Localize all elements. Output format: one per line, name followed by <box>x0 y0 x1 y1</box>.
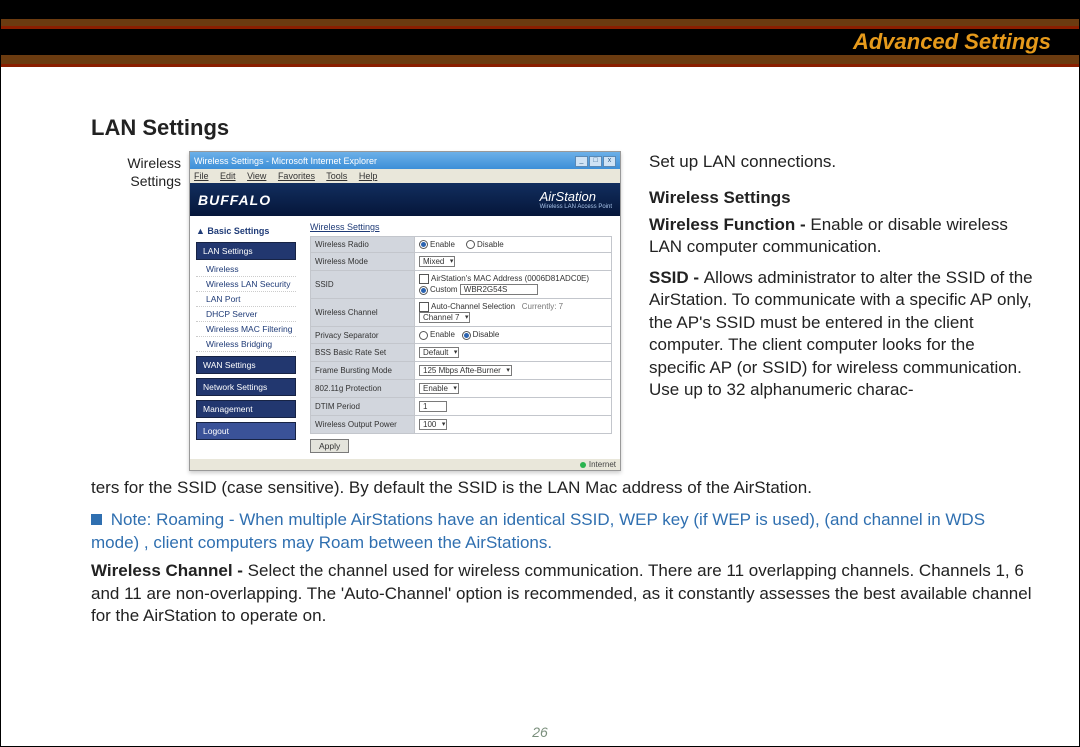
channel-select[interactable]: Channel 7 <box>419 312 470 323</box>
product-name: AirStationWireless LAN Access Point <box>540 189 612 210</box>
sidebar-sub-item[interactable]: Wireless <box>196 262 296 277</box>
sidebar-nav-management[interactable]: Management <box>196 400 296 418</box>
menu-item[interactable]: Edit <box>220 171 236 181</box>
decor-bar <box>1 1 1079 19</box>
sidebar-nav-lan[interactable]: LAN Settings <box>196 242 296 260</box>
row-label: Frame Bursting Mode <box>311 361 415 379</box>
row-label: Wireless Mode <box>311 253 415 271</box>
sidebar-sub-item[interactable]: Wireless LAN Security <box>196 277 296 292</box>
panel-title: Wireless Settings <box>310 222 612 232</box>
menu-item[interactable]: View <box>247 171 266 181</box>
row-label: 802.11g Protection <box>311 379 415 397</box>
browser-body: BUFFALO AirStationWireless LAN Access Po… <box>190 183 620 459</box>
window-controls[interactable]: _□x <box>574 154 616 167</box>
menu-item[interactable]: Help <box>359 171 378 181</box>
body-continuation: ters for the SSID (case sensitive). By d… <box>91 477 1033 499</box>
brand-logo: BUFFALO <box>198 192 271 208</box>
ssid-text: SSID - Allows administrator to alter the… <box>649 267 1033 402</box>
page-header: Advanced Settings <box>1 29 1079 55</box>
window-titlebar: Wireless Settings - Microsoft Internet E… <box>190 152 620 169</box>
auto-channel-checkbox[interactable] <box>419 302 429 312</box>
row-value: Default <box>415 343 612 361</box>
figure-caption: Wireless Settings <box>91 151 189 190</box>
right-column: Set up LAN connections. Wireless Setting… <box>621 151 1033 409</box>
browser-statusbar: Internet <box>190 459 620 470</box>
page-number: 26 <box>1 724 1079 740</box>
row-value: Enable Disable <box>415 237 612 253</box>
figure-row: Wireless Settings Wireless Settings - Mi… <box>91 151 1033 471</box>
maximize-icon: □ <box>589 156 602 167</box>
wireless-function-text: Wireless Function - Enable or disable wi… <box>649 214 1033 259</box>
row-value: Auto-Channel Selection Currently: 7Chann… <box>415 299 612 327</box>
product-tagline: Wireless LAN Access Point <box>540 204 612 210</box>
section-title: LAN Settings <box>91 115 1033 141</box>
row-label: Wireless Radio <box>311 237 415 253</box>
wireless-channel-para: Wireless Channel - Select the channel us… <box>91 560 1033 627</box>
radio-enable[interactable] <box>419 240 428 249</box>
intro-text: Set up LAN connections. <box>649 151 1033 173</box>
row-value: Mixed <box>415 253 612 271</box>
row-label: Wireless Channel <box>311 299 415 327</box>
decor-bar <box>1 55 1079 64</box>
sidebar-basic[interactable]: ▲ Basic Settings <box>190 224 302 238</box>
product-banner: BUFFALO AirStationWireless LAN Access Po… <box>190 183 620 216</box>
bss-select[interactable]: Default <box>419 347 459 358</box>
row-label: Wireless Output Power <box>311 415 415 433</box>
settings-table: Wireless Radio Enable Disable Wireless M… <box>310 236 612 434</box>
window-title: Wireless Settings - Microsoft Internet E… <box>194 156 377 166</box>
row-value: Enable Disable <box>415 327 612 343</box>
row-value: 100 <box>415 415 612 433</box>
row-label: BSS Basic Rate Set <box>311 343 415 361</box>
sidebar-sub-item[interactable]: Wireless MAC Filtering <box>196 322 296 337</box>
ssid-continued: ters for the SSID (case sensitive). By d… <box>91 477 1033 499</box>
mode-select[interactable]: Mixed <box>419 256 455 267</box>
sidebar-nav-wan[interactable]: WAN Settings <box>196 356 296 374</box>
minimize-icon: _ <box>575 156 588 167</box>
row-value: AirStation's MAC Address (0006D81ADC0E)C… <box>415 271 612 299</box>
apply-button[interactable]: Apply <box>310 439 349 453</box>
row-label: SSID <box>311 271 415 299</box>
privacy-disable[interactable] <box>462 331 471 340</box>
screenshot: Wireless Settings - Microsoft Internet E… <box>189 151 621 471</box>
ssid-custom-radio[interactable] <box>419 286 428 295</box>
power-select[interactable]: 100 <box>419 419 447 430</box>
page-content: LAN Settings Wireless Settings Wireless … <box>1 67 1079 627</box>
sidebar-nav-network[interactable]: Network Settings <box>196 378 296 396</box>
manual-page: Advanced Settings LAN Settings Wireless … <box>0 0 1080 747</box>
settings-panel: Wireless Settings Wireless Radio Enable … <box>302 216 620 459</box>
status-dot-icon <box>580 462 586 468</box>
row-value: Enable <box>415 379 612 397</box>
sidebar-sub-item[interactable]: DHCP Server <box>196 307 296 322</box>
sidebar-sub-item[interactable]: LAN Port <box>196 292 296 307</box>
note-text: Note: Roaming - When multiple AirStation… <box>91 509 1033 554</box>
page-header-title: Advanced Settings <box>853 29 1051 55</box>
config-area: ▲ Basic Settings LAN Settings Wireless W… <box>190 216 620 459</box>
dtim-input[interactable]: 1 <box>419 401 447 412</box>
sidebar: ▲ Basic Settings LAN Settings Wireless W… <box>190 216 302 459</box>
row-value: 1 <box>415 397 612 415</box>
row-label: DTIM Period <box>311 397 415 415</box>
row-label: Privacy Separator <box>311 327 415 343</box>
close-icon: x <box>603 156 616 167</box>
sub-heading: Wireless Settings <box>649 187 1033 209</box>
browser-menubar[interactable]: File Edit View Favorites Tools Help <box>190 169 620 183</box>
row-value: 125 Mbps Afte-Burner <box>415 361 612 379</box>
menu-item[interactable]: Tools <box>326 171 347 181</box>
frame-select[interactable]: 125 Mbps Afte-Burner <box>419 365 512 376</box>
decor-bar <box>1 19 1079 26</box>
sidebar-logout[interactable]: Logout <box>196 422 296 440</box>
privacy-enable[interactable] <box>419 331 428 340</box>
radio-disable[interactable] <box>466 240 475 249</box>
menu-item[interactable]: Favorites <box>278 171 315 181</box>
menu-item[interactable]: File <box>194 171 209 181</box>
ssid-input[interactable]: WBR2G54S <box>460 284 538 295</box>
sidebar-sub-item[interactable]: Wireless Bridging <box>196 337 296 352</box>
ssid-mac-checkbox[interactable] <box>419 274 429 284</box>
gprot-select[interactable]: Enable <box>419 383 459 394</box>
note-marker-icon <box>91 514 102 525</box>
